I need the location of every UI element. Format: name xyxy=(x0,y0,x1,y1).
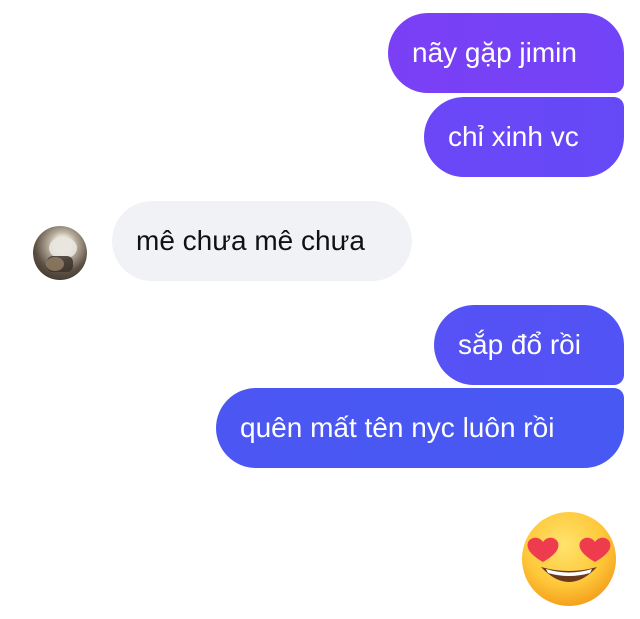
outgoing-message-bubble[interactable]: quên mất tên nyc luôn rồi xyxy=(216,388,624,468)
heart-eyes-emoji-icon[interactable] xyxy=(519,509,619,609)
contact-avatar[interactable] xyxy=(33,226,87,280)
outgoing-message-bubble[interactable]: sắp đổ rồi xyxy=(434,305,624,385)
outgoing-message-bubble[interactable]: chỉ xinh vc xyxy=(424,97,624,177)
outgoing-message-bubble[interactable]: nãy gặp jimin xyxy=(388,13,624,93)
incoming-message-bubble[interactable]: mê chưa mê chưa xyxy=(112,201,412,281)
